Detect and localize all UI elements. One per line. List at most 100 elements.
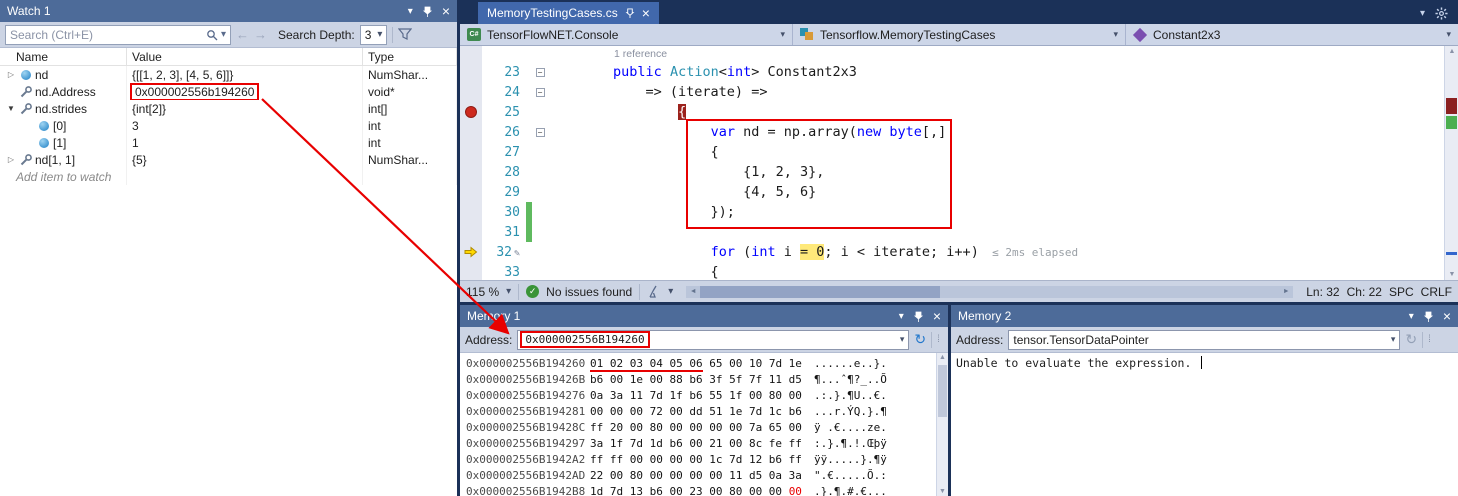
scroll-down-icon[interactable]: ▼ xyxy=(939,488,946,495)
memory-row[interactable]: 0x000002556B19426Bb6 00 1e 00 88 b6 3f 5… xyxy=(466,371,948,387)
code-cleanup-icon[interactable] xyxy=(647,285,661,298)
watch-row[interactable]: ▼nd.strides{int[2]}int[] xyxy=(0,100,457,117)
status-spaces[interactable]: SPC xyxy=(1389,285,1414,299)
watch-value[interactable]: 3 xyxy=(127,117,363,134)
memory2-address-combo[interactable]: tensor.TensorDataPointer ▾ xyxy=(1008,330,1400,350)
close-tab-icon[interactable]: × xyxy=(642,6,650,20)
zoom-dropdown-icon[interactable]: ▾ xyxy=(506,286,511,297)
code-text[interactable]: { xyxy=(548,142,719,162)
gear-icon[interactable] xyxy=(1435,7,1448,20)
watch-value[interactable]: {[[1, 2, 3], [4, 5, 6]]} xyxy=(127,66,363,83)
code-text[interactable]: { xyxy=(548,102,686,122)
refresh-icon[interactable]: ↻ xyxy=(914,331,926,348)
close-icon[interactable]: × xyxy=(933,309,941,323)
memory-hex-bytes[interactable]: b6 00 1e 00 88 b6 3f 5f 7f 11 d5 xyxy=(590,373,814,386)
pin-icon[interactable] xyxy=(1423,311,1434,322)
memory-hex-bytes[interactable]: 01 02 03 04 05 06 65 00 10 7d 1e xyxy=(590,357,814,370)
memory2-titlebar[interactable]: Memory 2 ▾ × xyxy=(951,305,1458,327)
memory-row[interactable]: 0x000002556B19428100 00 00 72 00 dd 51 1… xyxy=(466,403,948,419)
breakpoint-margin[interactable] xyxy=(460,46,482,62)
code-text[interactable]: { xyxy=(548,262,719,280)
breakpoint-margin[interactable] xyxy=(460,62,482,82)
watch-row[interactable]: nd.Address0x000002556b194260void* xyxy=(0,83,457,100)
scroll-left-icon[interactable]: ◄ xyxy=(686,288,700,295)
member-dropdown[interactable]: Constant2x3 ▾ xyxy=(1126,24,1458,45)
code-text[interactable]: => (iterate) => xyxy=(548,82,767,102)
watch-value[interactable]: 0x000002556b194260 xyxy=(127,83,363,100)
memory1-rows[interactable]: 0x000002556B19426001 02 03 04 05 06 65 0… xyxy=(460,353,948,496)
col-value[interactable]: Value xyxy=(127,48,363,65)
search-input[interactable] xyxy=(10,28,203,42)
memory-hex-bytes[interactable]: ff 20 00 80 00 00 00 00 7a 65 00 xyxy=(590,421,814,434)
code-text[interactable]: var nd = np.array(new byte[,] xyxy=(548,122,946,142)
watch-row[interactable]: ▷nd{[[1, 2, 3], [4, 5, 6]]}NumShar... xyxy=(0,66,457,83)
memory-hex-bytes[interactable]: 22 00 80 00 00 00 00 11 d5 0a 3a xyxy=(590,469,814,482)
pin-icon[interactable] xyxy=(422,6,433,17)
scroll-up-icon[interactable]: ▲ xyxy=(1445,48,1458,55)
watch-value[interactable]: {5} xyxy=(127,151,363,168)
watch-row[interactable]: [1]1int xyxy=(0,134,457,151)
tab-memorytestingcases[interactable]: MemoryTestingCases.cs × xyxy=(478,2,659,24)
search-options-icon[interactable]: ▾ xyxy=(221,29,226,40)
memory-row[interactable]: 0x000002556B1942A2ff ff 00 00 00 00 1c 7… xyxy=(466,451,948,467)
scroll-down-icon[interactable]: ▼ xyxy=(1445,271,1458,278)
window-menu-icon[interactable]: ▾ xyxy=(1409,311,1414,322)
memory-row[interactable]: 0x000002556B1942AD22 00 80 00 00 00 00 1… xyxy=(466,467,948,483)
memory-row[interactable]: 0x000002556B1942760a 3a 11 7d 1f b6 55 1… xyxy=(466,387,948,403)
breakpoint-margin[interactable] xyxy=(460,262,482,280)
watch-search[interactable]: ▾ xyxy=(5,25,231,45)
search-depth-combo[interactable]: 3 ▾ xyxy=(360,25,388,45)
expander-collapsed-icon[interactable]: ▷ xyxy=(4,70,18,79)
breakpoint-margin[interactable] xyxy=(460,122,482,142)
breakpoint-margin[interactable] xyxy=(460,182,482,202)
memory1-address-value[interactable]: 0x000002556B194260 xyxy=(520,331,649,348)
filter-watch-icon[interactable] xyxy=(398,28,412,41)
horizontal-scrollbar[interactable]: ◄ ► xyxy=(686,286,1293,298)
watch-titlebar[interactable]: Watch 1 ▾ × xyxy=(0,0,457,22)
memory-hex-bytes[interactable]: ff ff 00 00 00 00 1c 7d 12 b6 ff xyxy=(590,453,814,466)
watch-row[interactable]: [0]3int xyxy=(0,117,457,134)
memory-row[interactable]: 0x000002556B19428Cff 20 00 80 00 00 00 0… xyxy=(466,419,948,435)
close-icon[interactable]: × xyxy=(1443,309,1451,323)
code-text[interactable]: for (int i = 0; i < iterate; i++) ≤ 2ms … xyxy=(548,242,1078,263)
breakpoint-margin[interactable] xyxy=(460,142,482,162)
search-forward-icon[interactable]: → xyxy=(254,27,267,42)
breakpoint-margin[interactable] xyxy=(460,222,482,242)
watch-row[interactable]: Add item to watch xyxy=(0,168,457,185)
search-icon[interactable] xyxy=(206,29,218,41)
type-dropdown[interactable]: Tensorflow.MemoryTestingCases ▾ xyxy=(793,24,1126,45)
search-back-icon[interactable]: ← xyxy=(236,27,249,42)
refresh-icon[interactable]: ↻ xyxy=(1405,331,1417,348)
memory-hex-bytes[interactable]: 3a 1f 7d 1d b6 00 21 00 8c fe ff xyxy=(590,437,814,450)
chevron-down-icon[interactable]: ▾ xyxy=(1389,334,1398,345)
collapse-region-icon[interactable]: − xyxy=(532,62,548,82)
tab-list-icon[interactable]: ▾ xyxy=(1420,8,1425,19)
memory2-message-area[interactable]: Unable to evaluate the expression. xyxy=(951,353,1458,496)
code-text[interactable]: {4, 5, 6} xyxy=(548,182,816,202)
memory-hex-bytes[interactable]: 1d 7d 13 b6 00 23 00 80 00 00 00 xyxy=(590,485,814,496)
toolbar-overflow-icon[interactable]: ⁞ xyxy=(1428,334,1432,345)
status-line-ending[interactable]: CRLF xyxy=(1421,285,1452,299)
cleanup-dropdown-icon[interactable]: ▾ xyxy=(668,286,673,297)
memory-hex-bytes[interactable]: 00 00 00 72 00 dd 51 1e 7d 1c b6 xyxy=(590,405,814,418)
scroll-up-icon[interactable]: ▲ xyxy=(939,354,946,361)
memory1-scrollbar[interactable]: ▲ ▼ xyxy=(936,353,948,496)
scroll-right-icon[interactable]: ► xyxy=(1279,288,1293,295)
editor-vertical-scrollbar[interactable]: ▲ ▼ xyxy=(1444,46,1458,280)
memory-row[interactable]: 0x000002556B1942B81d 7d 13 b6 00 23 00 8… xyxy=(466,483,948,496)
close-icon[interactable]: × xyxy=(442,4,450,18)
scroll-thumb[interactable] xyxy=(938,365,947,417)
watch-row[interactable]: ▷nd[1, 1]{5}NumShar... xyxy=(0,151,457,168)
pin-icon[interactable] xyxy=(913,311,924,322)
window-menu-icon[interactable]: ▾ xyxy=(408,6,413,17)
issues-check-icon[interactable]: ✓ xyxy=(526,285,539,298)
expander-expanded-icon[interactable]: ▼ xyxy=(4,104,18,113)
zoom-level[interactable]: 115 % xyxy=(466,285,499,299)
collapse-region-icon[interactable]: − xyxy=(532,82,548,102)
hscroll-thumb[interactable] xyxy=(700,286,940,298)
current-statement-arrow-icon[interactable] xyxy=(460,242,482,262)
codelens-references[interactable]: 1 reference xyxy=(548,48,667,60)
memory1-titlebar[interactable]: Memory 1 ▾ × xyxy=(460,305,948,327)
issues-text[interactable]: No issues found xyxy=(546,285,632,299)
pin-tab-icon[interactable] xyxy=(625,8,635,18)
